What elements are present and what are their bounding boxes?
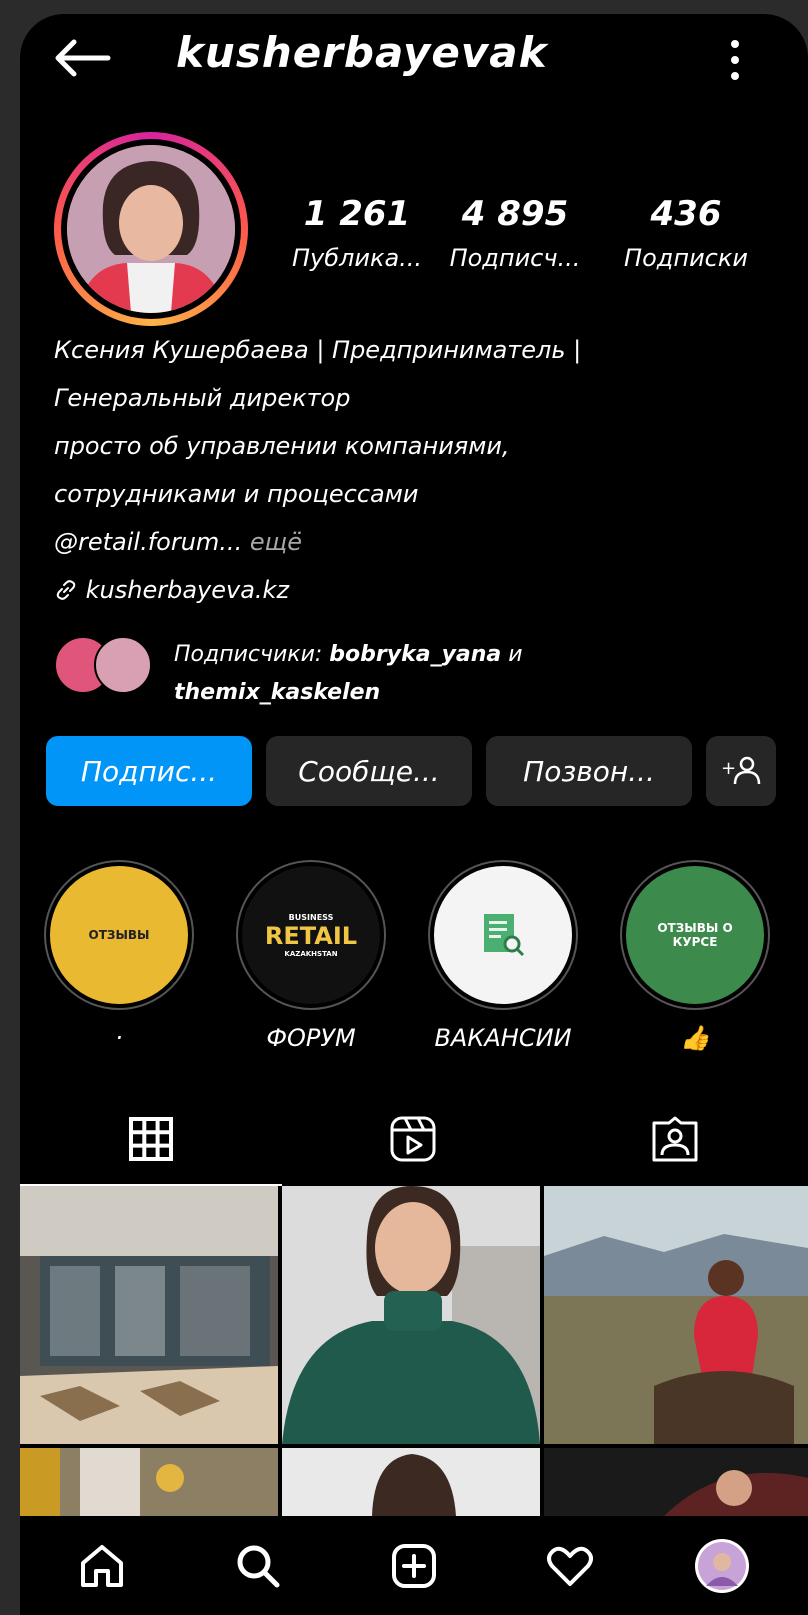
bio: Ксения Кушербаева | Предприниматель | Ге…: [54, 326, 794, 614]
avatar: [61, 139, 241, 319]
document-search-icon: [484, 914, 525, 957]
back-arrow-icon[interactable]: [52, 38, 112, 78]
tagged-icon: [652, 1116, 698, 1162]
suggest-people-button[interactable]: +: [706, 736, 776, 806]
bio-website[interactable]: kusherbayeva.kz: [54, 566, 794, 614]
highlight-ring: [428, 860, 578, 1010]
highlight-forum[interactable]: BUSINESS RETAIL KAZAKHSTAN ФОРУМ: [236, 860, 386, 1052]
mutual-followers-text: Подписчики: bobryka_yana и themix_kaskel…: [174, 636, 523, 712]
profile-screen: kusherbayevak 1 261 Публика... 4 895 Под…: [20, 14, 808, 1615]
bio-more-link[interactable]: ещё: [250, 528, 302, 556]
profile-tabs: [20, 1094, 808, 1186]
highlight-ring: ОТЗЫВЫ О КУРСЕ: [620, 860, 770, 1010]
mutual-user[interactable]: bobryka_yana: [329, 642, 501, 667]
grid-icon: [129, 1117, 173, 1161]
highlight-course-reviews[interactable]: ОТЗЫВЫ О КУРСЕ 👍: [620, 860, 770, 1052]
mutual-user[interactable]: themix_kaskelen: [174, 680, 380, 705]
post-thumbnail[interactable]: [20, 1186, 278, 1444]
mutual-conj: и: [508, 642, 523, 667]
cover-top-text: BUSINESS: [288, 912, 334, 922]
nav-home[interactable]: [72, 1536, 132, 1596]
home-icon: [81, 1545, 123, 1587]
posts-label: Публика...: [291, 244, 423, 272]
highlight-cover: ОТЗЫВЫ: [50, 866, 188, 1004]
post-thumbnail[interactable]: [20, 1448, 278, 1516]
following-stat[interactable]: 436 Подписки: [606, 194, 766, 272]
following-count: 436: [650, 194, 722, 234]
cover-sub-text: KAZAKHSTAN: [284, 949, 338, 958]
profile-username: kusherbayevak: [176, 28, 548, 77]
followers-label: Подписч...: [449, 244, 581, 272]
story-ring[interactable]: [54, 132, 248, 326]
tab-tagged[interactable]: [544, 1094, 806, 1184]
more-options-icon[interactable]: [720, 36, 750, 86]
highlight-cover: ОТЗЫВЫ О КУРСЕ: [626, 866, 764, 1004]
bio-mention[interactable]: @retail.forum...: [54, 528, 242, 556]
nav-profile[interactable]: [692, 1536, 752, 1596]
highlight-label: ·: [115, 1024, 123, 1052]
tab-posts-grid[interactable]: [20, 1094, 282, 1186]
post-thumbnail[interactable]: [282, 1186, 540, 1444]
add-person-icon: +: [721, 756, 761, 785]
highlight-label: ФОРУМ: [266, 1024, 356, 1052]
activity-icon: [547, 1546, 593, 1586]
post-thumbnail[interactable]: [544, 1186, 808, 1444]
highlight-cover: [434, 866, 572, 1004]
bio-line: Генеральный директор: [54, 384, 351, 412]
mutual-followers[interactable]: Подписчики: bobryka_yana и themix_kaskel…: [54, 636, 794, 706]
following-label: Подписки: [624, 244, 748, 272]
post-thumbnail[interactable]: [544, 1448, 808, 1516]
highlight-label: 👍: [680, 1024, 710, 1052]
follower-avatar: [94, 636, 152, 694]
tab-reels[interactable]: [282, 1094, 544, 1184]
profile-icon: [695, 1539, 749, 1593]
website-text: kusherbayeva.kz: [85, 576, 290, 604]
call-button[interactable]: Позвон...: [486, 736, 692, 806]
followers-stat[interactable]: 4 895 Подписч...: [440, 194, 590, 272]
nav-activity[interactable]: [540, 1536, 600, 1596]
highlight-cover: BUSINESS RETAIL KAZAKHSTAN: [242, 866, 380, 1004]
link-icon: [56, 580, 76, 600]
message-button[interactable]: Сообще...: [266, 736, 472, 806]
top-bar: kusherbayevak: [20, 14, 808, 94]
avatar-photo: [67, 145, 235, 313]
followers-count: 4 895: [461, 194, 569, 234]
new-post-icon: [392, 1544, 436, 1588]
reels-icon: [390, 1116, 436, 1162]
bottom-navigation: [20, 1522, 808, 1615]
cover-main-text: RETAIL: [264, 921, 358, 950]
svg-text:+: +: [721, 758, 736, 779]
highlight-label: ВАКАНСИИ: [434, 1024, 572, 1052]
bio-line: сотрудниками и процессами: [54, 480, 419, 508]
highlight-reviews[interactable]: ОТЗЫВЫ ·: [44, 860, 194, 1052]
mutual-prefix: Подписчики:: [174, 642, 323, 667]
posts-stat[interactable]: 1 261 Публика...: [282, 194, 432, 272]
posts-grid: [20, 1186, 808, 1516]
nav-search[interactable]: [228, 1536, 288, 1596]
nav-new-post[interactable]: [384, 1536, 444, 1596]
highlight-vacancies[interactable]: ВАКАНСИИ: [428, 860, 578, 1052]
post-thumbnail[interactable]: [282, 1448, 540, 1516]
highlight-ring: ОТЗЫВЫ: [44, 860, 194, 1010]
bio-line: просто об управлении компаниями,: [54, 432, 510, 460]
search-icon: [237, 1545, 280, 1588]
follow-button[interactable]: Подпис...: [46, 736, 252, 806]
highlight-ring: BUSINESS RETAIL KAZAKHSTAN: [236, 860, 386, 1010]
posts-count: 1 261: [303, 194, 411, 234]
bio-line: Ксения Кушербаева | Предприниматель |: [54, 336, 582, 364]
